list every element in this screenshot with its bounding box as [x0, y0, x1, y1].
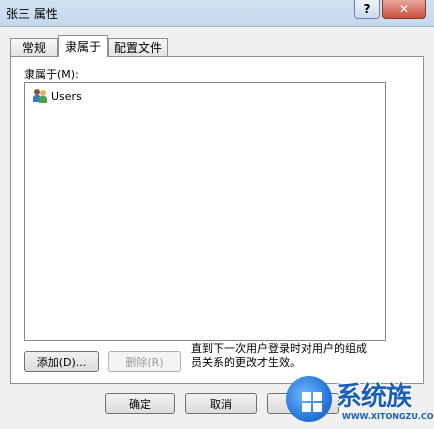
ok-button[interactable]: 确定 [105, 393, 175, 414]
member-of-list[interactable]: Users [24, 82, 386, 341]
tab-general[interactable]: 常规 [10, 38, 58, 56]
info-note: 直到下一次用户登录时对用户的组成员关系的更改才生效。 [191, 342, 367, 369]
help-button[interactable]: ? [354, 0, 380, 19]
remove-button[interactable]: 删除(R) [108, 351, 181, 372]
list-item-label: Users [51, 89, 82, 103]
member-of-label: 隶属于(M): [24, 68, 79, 81]
add-button[interactable]: 添加(D)... [24, 351, 99, 372]
window-title: 张三 属性 [6, 7, 58, 21]
close-button[interactable]: ✕ [382, 0, 426, 19]
site-watermark: 系统族 WWW.XITONGZU.COM [282, 372, 434, 429]
cancel-button[interactable]: 取消 [185, 393, 257, 414]
title-bar: 张三 属性 ? ✕ [0, 0, 434, 27]
windows-logo-icon [286, 376, 332, 422]
list-item[interactable]: Users [33, 89, 82, 103]
tab-member-of[interactable]: 隶属于 [58, 35, 108, 57]
tab-profile[interactable]: 配置文件 [108, 38, 168, 56]
users-group-icon [33, 89, 47, 103]
watermark-url: WWW.XITONGZU.COM [342, 412, 434, 421]
watermark-text: 系统族 [336, 382, 412, 412]
